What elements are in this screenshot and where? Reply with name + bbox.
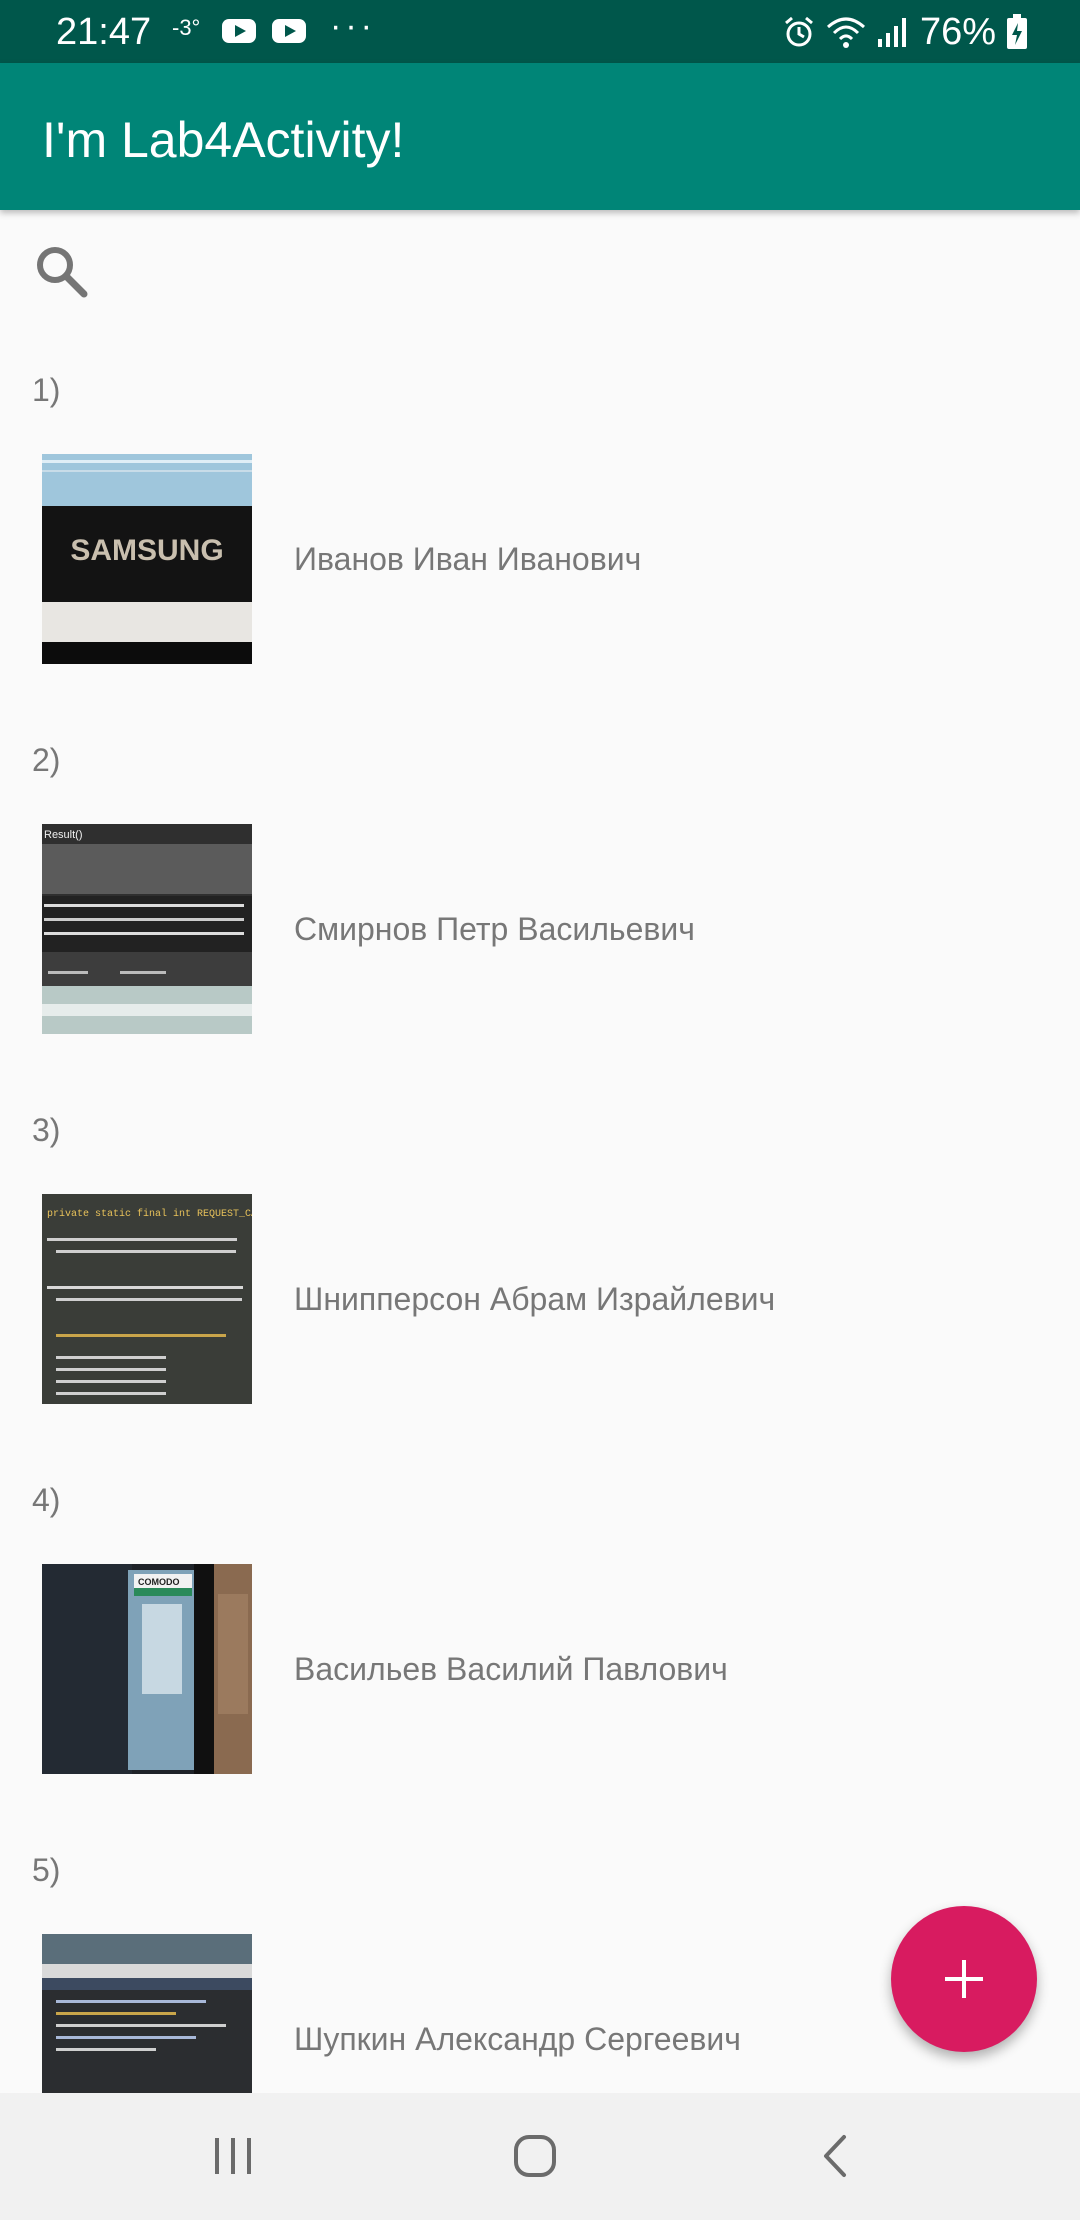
thumb-caption: private static final int REQUEST_CAMERA xyxy=(47,1208,252,1220)
item-number: 3) xyxy=(32,1112,61,1148)
wifi-icon xyxy=(826,17,865,48)
more-notifications-icon: ··· xyxy=(330,7,376,45)
recents-button[interactable] xyxy=(198,2121,268,2191)
student-photo: SAMSUNG xyxy=(42,454,252,664)
thumb-caption: SAMSUNG xyxy=(70,534,223,567)
student-photo: COMODO xyxy=(42,1564,252,1774)
student-name: Васильев Василий Павлович xyxy=(294,1651,728,1687)
signal-icon xyxy=(877,18,906,47)
search-icon xyxy=(37,247,88,298)
list-item[interactable]: 2) Result() Смирнов Петр Васильевич xyxy=(0,700,1080,1070)
item-number: 4) xyxy=(32,1482,61,1518)
status-time: 21:47 xyxy=(56,11,152,53)
recents-icon xyxy=(215,2138,251,2174)
thumb-caption: Result() xyxy=(44,829,83,841)
status-bar: 21:47 -3° ··· 76% xyxy=(0,0,1080,63)
add-student-button[interactable] xyxy=(891,1906,1037,2052)
navigation-bar xyxy=(0,2093,1080,2220)
search-button[interactable] xyxy=(30,240,94,304)
status-icons: 76% xyxy=(782,8,1028,56)
item-number: 1) xyxy=(32,372,61,408)
student-photo: private static final int REQUEST_CAMERA xyxy=(42,1194,252,1404)
student-name: Шнипперсон Абрам Израйлевич xyxy=(294,1281,776,1317)
app-bar: I'm Lab4Activity! xyxy=(0,63,1080,210)
battery-percentage: 76% xyxy=(919,11,996,53)
student-list[interactable]: 1) SAMSUNG Иванов Иван Иванович 2) Resul… xyxy=(0,330,1080,2180)
home-icon xyxy=(514,2135,556,2177)
youtube-notification-icon xyxy=(222,19,256,43)
list-item[interactable]: 4) COMODO Васильев Василий Павлович xyxy=(0,1440,1080,1810)
home-button[interactable] xyxy=(500,2121,570,2191)
student-photo: Result() xyxy=(42,824,252,1034)
list-item[interactable]: 3) private static final int REQUEST_CAME… xyxy=(0,1070,1080,1440)
item-number: 5) xyxy=(32,1852,61,1888)
app-title: I'm Lab4Activity! xyxy=(42,112,405,168)
plus-icon xyxy=(945,1960,983,1998)
back-button[interactable] xyxy=(802,2121,872,2191)
youtube-notification-icon xyxy=(272,19,306,43)
status-temperature: -3° xyxy=(172,15,201,40)
thumb-caption: COMODO xyxy=(138,1577,180,1587)
item-number: 2) xyxy=(32,742,61,778)
student-name: Смирнов Петр Васильевич xyxy=(294,911,695,947)
back-icon xyxy=(824,2135,846,2177)
battery-charging-icon xyxy=(1007,14,1027,49)
list-item[interactable]: 1) SAMSUNG Иванов Иван Иванович xyxy=(0,330,1080,700)
alarm-icon xyxy=(784,16,813,47)
student-name: Иванов Иван Иванович xyxy=(294,541,642,577)
student-name: Шупкин Александр Сергеевич xyxy=(294,2021,741,2057)
